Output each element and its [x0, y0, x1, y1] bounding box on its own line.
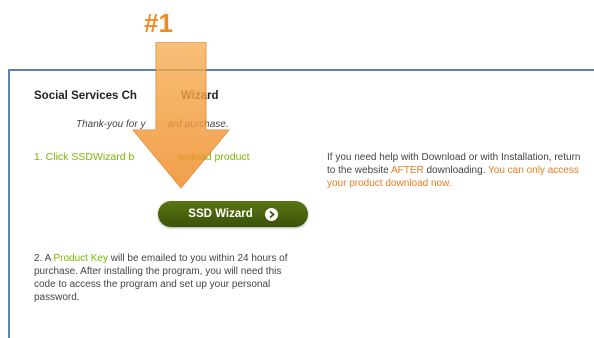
play-icon	[264, 207, 278, 221]
wizard-panel: Social Services ChWizard Thank-you for y…	[8, 69, 594, 338]
ssd-wizard-button[interactable]: SSD Wizard	[158, 201, 308, 227]
step-two-instruction: 2. A Product Key will be emailed to you …	[34, 253, 288, 303]
down-arrow-icon	[131, 42, 231, 189]
help-text: If you need help with Download or with I…	[327, 152, 581, 189]
ssd-wizard-button-label: SSD Wizard	[188, 208, 253, 220]
product-key-link[interactable]: Product Key	[53, 253, 107, 264]
step-number-label: #1	[144, 8, 173, 38]
